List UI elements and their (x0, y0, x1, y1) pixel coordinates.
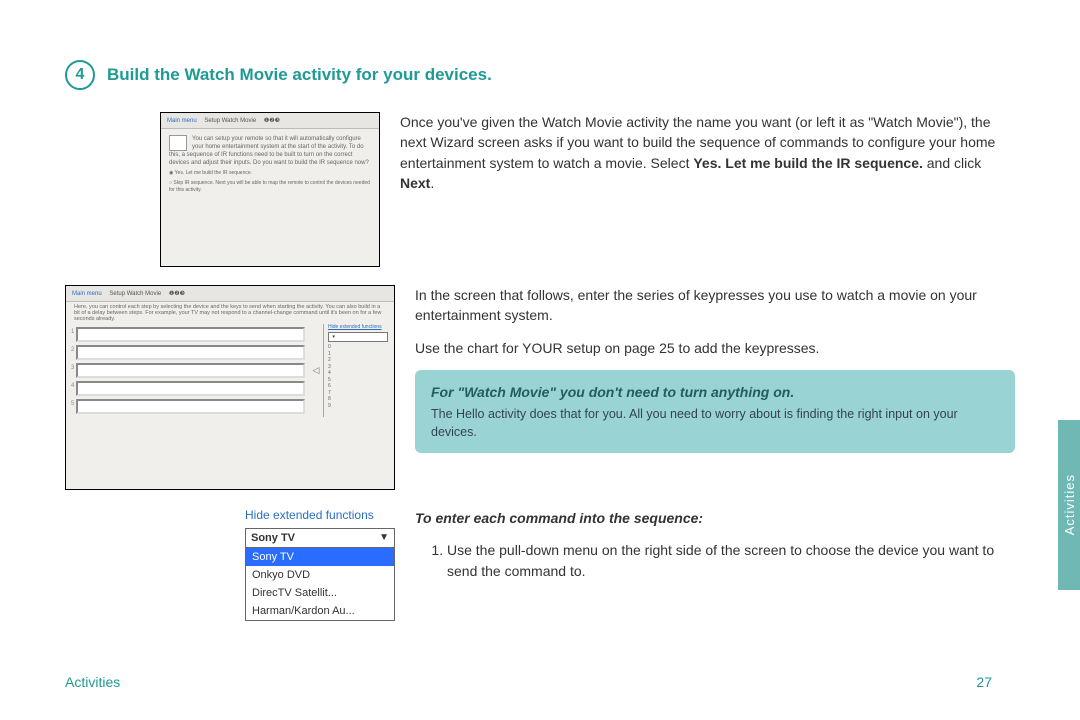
dropdown-selected: Sony TV (251, 532, 295, 544)
clapperboard-icon (169, 135, 187, 151)
callout-heading: For "Watch Movie" you don't need to turn… (431, 382, 999, 402)
device-dropdown[interactable]: Sony TV ▼ Sony TV Onkyo DVD DirecTV Sate… (245, 528, 395, 621)
callout-body: The Hello activity does that for you. Al… (431, 406, 999, 441)
sequence-slot: 2 (76, 345, 305, 360)
sequence-hint: Here, you can control each step by selec… (66, 302, 394, 324)
breadcrumb-sub: Setup Watch Movie (109, 291, 161, 297)
dropdown-option[interactable]: DirecTV Satellit... (246, 584, 394, 602)
sequence-slot: 1 (76, 327, 305, 342)
dropdown-option[interactable]: Onkyo DVD (246, 566, 394, 584)
sequence-slot: 3 (76, 363, 305, 378)
chevron-down-icon: ▼ (379, 532, 389, 543)
sequence-slots: 1 2 3 4 5 (72, 324, 309, 417)
breadcrumb-main: Main menu (72, 291, 102, 297)
tip-callout: For "Watch Movie" you don't need to turn… (415, 370, 1015, 453)
breadcrumb: Main menu Setup Watch Movie ❶❷❸ (161, 113, 379, 129)
sequence-slot: 5 (76, 399, 305, 414)
footer-section-label: Activities (65, 674, 120, 690)
screenshot-device-dropdown: Hide extended functions Sony TV ▼ Sony T… (245, 508, 395, 621)
paragraph-2: In the screen that follows, enter the se… (415, 285, 1015, 326)
section-tab-label: Activities (1062, 474, 1077, 535)
dropdown-option[interactable]: Sony TV (246, 548, 394, 566)
instruction-list: Use the pull-down menu on the right side… (415, 540, 1015, 581)
step-header: 4 Build the Watch Movie activity for you… (65, 60, 1015, 90)
radio-skip: ○ Skip IR sequence. Next you will be abl… (169, 180, 371, 194)
screenshot-sequence-builder: Main menu Setup Watch Movie ❶❷❸ Here, yo… (65, 285, 395, 490)
breadcrumb: Main menu Setup Watch Movie ❶❷❸ (66, 286, 394, 302)
instruction-item: Use the pull-down menu on the right side… (447, 540, 1015, 581)
radio-yes: ◉ Yes. Let me build the IR sequence. (169, 170, 371, 177)
step-title: Build the Watch Movie activity for your … (107, 65, 492, 85)
breadcrumb-main: Main menu (167, 118, 197, 124)
subheading: To enter each command into the sequence: (415, 508, 1015, 528)
hide-extended-link: Hide extended functions (328, 324, 388, 330)
hide-extended-link[interactable]: Hide extended functions (245, 508, 395, 524)
paragraph-3: Use the chart for YOUR setup on page 25 … (415, 338, 1015, 358)
device-select-mini: ▾ (328, 332, 388, 342)
wizard-body-text: You can setup your remote so that it wil… (169, 136, 369, 166)
screenshot-wizard-build-question: Main menu Setup Watch Movie ❶❷❸ You can … (160, 112, 380, 267)
dropdown-option[interactable]: Harman/Kardon Au... (246, 602, 394, 620)
paragraph-1: Once you've given the Watch Movie activi… (400, 112, 1015, 193)
sequence-slot: 4 (76, 381, 305, 396)
number-keys-list: 012 345 678 9 (328, 344, 388, 409)
move-left-icon: ◁ (309, 324, 323, 417)
breadcrumb-sub: Setup Watch Movie (204, 118, 256, 124)
footer-page-number: 27 (976, 674, 992, 690)
section-tab-activities: Activities (1058, 420, 1080, 590)
step-number-badge: 4 (65, 60, 95, 90)
